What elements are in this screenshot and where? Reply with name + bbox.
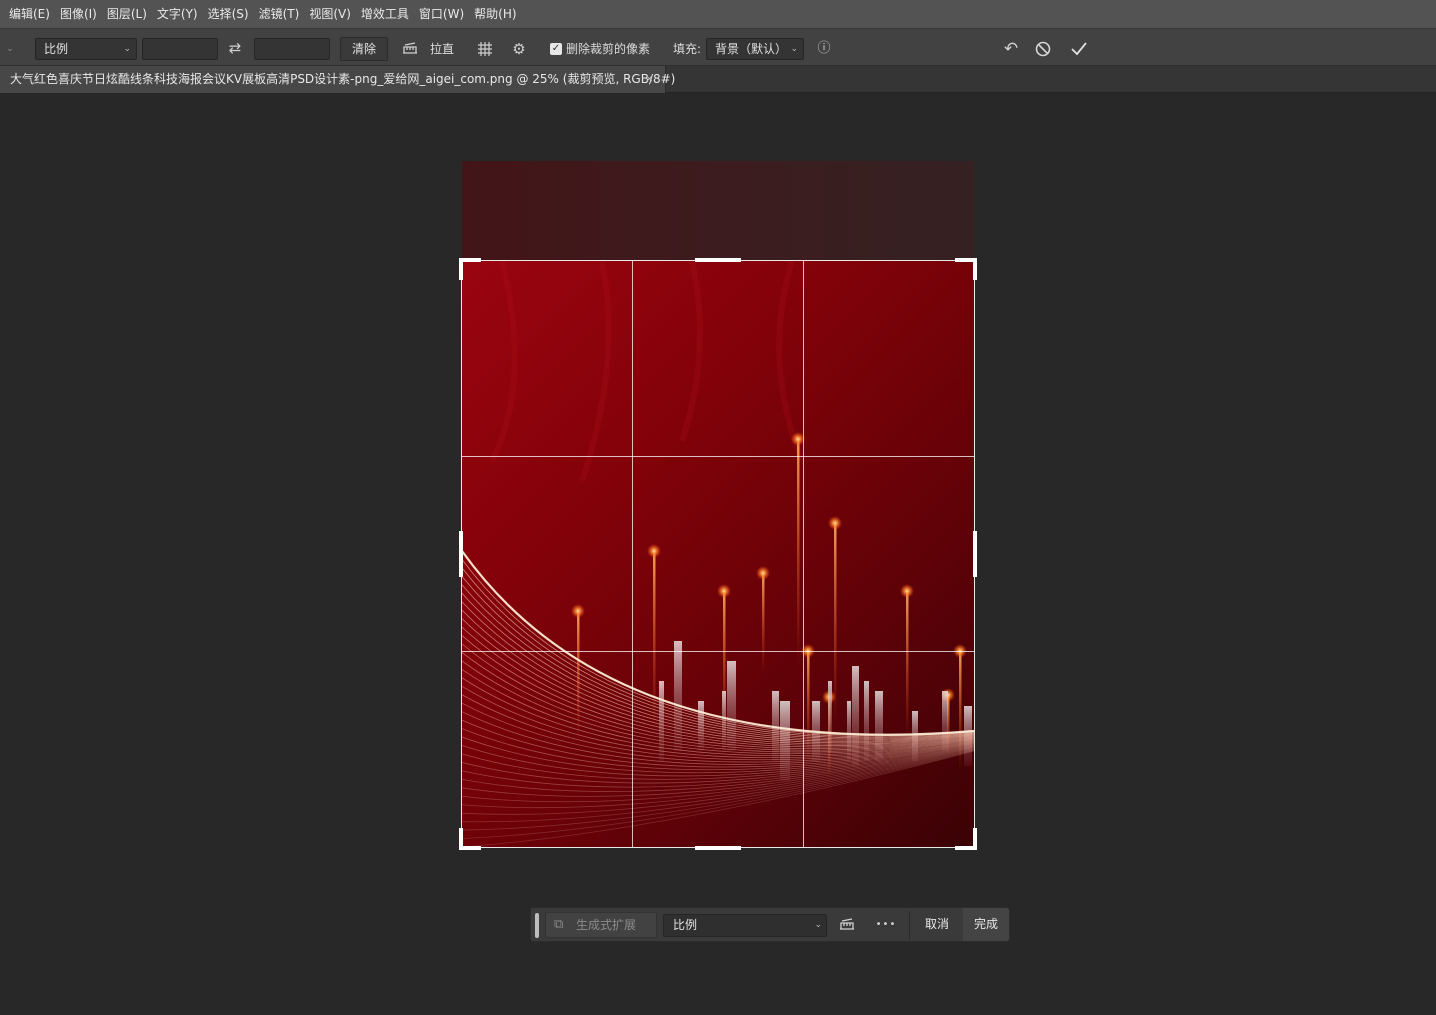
city-tower bbox=[852, 666, 859, 766]
crop-handle-top[interactable] bbox=[695, 258, 741, 262]
crop-handle-left[interactable] bbox=[459, 531, 463, 577]
crop-handle-bottom-left-v[interactable] bbox=[459, 828, 463, 850]
crop-handle-bottom[interactable] bbox=[695, 846, 741, 850]
undo-icon[interactable]: ↶ bbox=[1000, 38, 1022, 60]
cancel-button[interactable]: 取消 bbox=[913, 908, 961, 941]
crop-handle-top-left-v[interactable] bbox=[459, 258, 463, 280]
crop-grid-line-h2 bbox=[462, 651, 974, 652]
wave-line bbox=[462, 626, 974, 746]
generative-expand-icon: ⧉ bbox=[554, 917, 564, 932]
menu-bar: 编辑(E) 图像(I) 图层(L) 文字(Y) 选择(S) 滤镜(T) 视图(V… bbox=[0, 0, 1436, 28]
done-button[interactable]: 完成 bbox=[963, 908, 1009, 941]
wave-line bbox=[462, 576, 974, 739]
ratio-dropdown[interactable]: 比例 ⌄ bbox=[35, 38, 137, 60]
crop-handle-bottom-right-v[interactable] bbox=[973, 828, 977, 850]
chevron-down-icon: ⌄ bbox=[814, 920, 822, 930]
light-glow bbox=[900, 584, 914, 598]
crop-grid-line-v1 bbox=[632, 261, 633, 847]
wave-line bbox=[462, 635, 974, 748]
wave-line bbox=[462, 601, 974, 742]
info-icon[interactable]: ⓘ bbox=[813, 38, 835, 60]
menu-edit[interactable]: 编辑(E) bbox=[4, 2, 55, 26]
checkmark-icon[interactable] bbox=[1068, 38, 1090, 60]
menu-select[interactable]: 选择(S) bbox=[203, 2, 254, 26]
city-tower bbox=[828, 681, 832, 751]
light-glow bbox=[828, 516, 842, 530]
taskbar-ratio-value: 比例 bbox=[673, 918, 698, 932]
menu-plugins[interactable]: 增效工具 bbox=[356, 2, 414, 26]
cropped-out-region bbox=[462, 161, 974, 261]
more-options-icon[interactable]: ••• bbox=[874, 914, 898, 936]
contextual-task-bar: ⧉ 生成式扩展 比例 ⌄ ••• 取消 完成 bbox=[530, 907, 1010, 942]
fill-dropdown[interactable]: 背景（默认） ⌄ bbox=[706, 38, 804, 60]
straighten-label[interactable]: 拉直 bbox=[430, 38, 454, 60]
menu-type[interactable]: 文字(Y) bbox=[152, 2, 203, 26]
wave-line bbox=[462, 559, 974, 737]
crop-grid-line-h1 bbox=[462, 456, 974, 457]
width-field[interactable] bbox=[142, 38, 218, 60]
height-field[interactable] bbox=[254, 38, 330, 60]
wave-line bbox=[462, 685, 974, 759]
fill-label: 填充: bbox=[673, 42, 702, 56]
straighten-icon[interactable] bbox=[835, 914, 859, 936]
light-glow bbox=[717, 584, 731, 598]
crop-handle-top-right-v[interactable] bbox=[973, 258, 977, 280]
light-glow bbox=[647, 544, 661, 558]
light-glow bbox=[756, 566, 770, 580]
gear-icon[interactable]: ⚙ bbox=[508, 38, 530, 60]
document-tab[interactable]: 大气红色喜庆节日炫酷线条科技海报会议KV展板高清PSD设计素-png_爱给网_a… bbox=[0, 66, 675, 93]
menu-help[interactable]: 帮助(H) bbox=[469, 2, 521, 26]
menu-view[interactable]: 视图(V) bbox=[304, 2, 356, 26]
drag-handle[interactable] bbox=[535, 913, 539, 938]
light-beam bbox=[807, 651, 810, 761]
chevron-down-icon: ⌄ bbox=[790, 44, 798, 54]
city-tower bbox=[864, 681, 869, 761]
delete-pixels-label[interactable]: 删除裁剪的像素 bbox=[566, 38, 650, 60]
close-icon[interactable]: × bbox=[645, 66, 654, 92]
wave-line bbox=[462, 593, 974, 741]
menu-window[interactable]: 窗口(W) bbox=[414, 2, 469, 26]
straighten-icon[interactable] bbox=[399, 38, 421, 60]
light-beam bbox=[577, 611, 580, 741]
taskbar-ratio-dropdown[interactable]: 比例 ⌄ bbox=[663, 914, 827, 937]
crop-handle-right[interactable] bbox=[973, 531, 977, 577]
grid-overlay-icon[interactable] bbox=[474, 38, 496, 60]
cancel-icon[interactable] bbox=[1032, 38, 1054, 60]
document-tab-title: 大气红色喜庆节日炫酷线条科技海报会议KV展板高清PSD设计素-png_爱给网_a… bbox=[10, 72, 676, 86]
fill-dropdown-value: 背景（默认） bbox=[715, 42, 788, 56]
light-beam bbox=[797, 439, 800, 669]
menu-layer[interactable]: 图层(L) bbox=[102, 2, 152, 26]
light-glow bbox=[571, 604, 585, 618]
ratio-dropdown-value: 比例 bbox=[44, 42, 69, 56]
poster-artwork bbox=[462, 261, 974, 847]
options-bar: ⌄ 比例 ⌄ ⇄ 清除 拉直 ⚙ ✓ 删除裁剪的像素 填充: 背景（默认） ⌄ … bbox=[0, 28, 1436, 66]
menu-filter[interactable]: 滤镜(T) bbox=[254, 2, 305, 26]
crop-grid-line-v2 bbox=[803, 261, 804, 847]
crop-image[interactable] bbox=[462, 261, 974, 847]
swap-icon[interactable]: ⇄ bbox=[224, 37, 246, 59]
delete-pixels-checkbox[interactable]: ✓ bbox=[550, 43, 562, 55]
chevron-down-icon: ⌄ bbox=[123, 44, 131, 54]
document-tab-bar: 大气红色喜庆节日炫酷线条科技海报会议KV展板高清PSD设计素-png_爱给网_a… bbox=[0, 66, 1436, 93]
generative-expand-label: 生成式扩展 bbox=[576, 918, 637, 932]
taskbar-divider bbox=[909, 911, 910, 940]
wave-line bbox=[462, 750, 974, 839]
light-beam bbox=[762, 573, 765, 673]
light-beam bbox=[906, 591, 909, 741]
generative-expand-button[interactable]: ⧉ 生成式扩展 bbox=[545, 912, 657, 938]
clear-button[interactable]: 清除 bbox=[340, 37, 388, 61]
menu-image[interactable]: 图像(I) bbox=[55, 2, 102, 26]
tool-preset-chevron-icon[interactable]: ⌄ bbox=[0, 38, 20, 60]
